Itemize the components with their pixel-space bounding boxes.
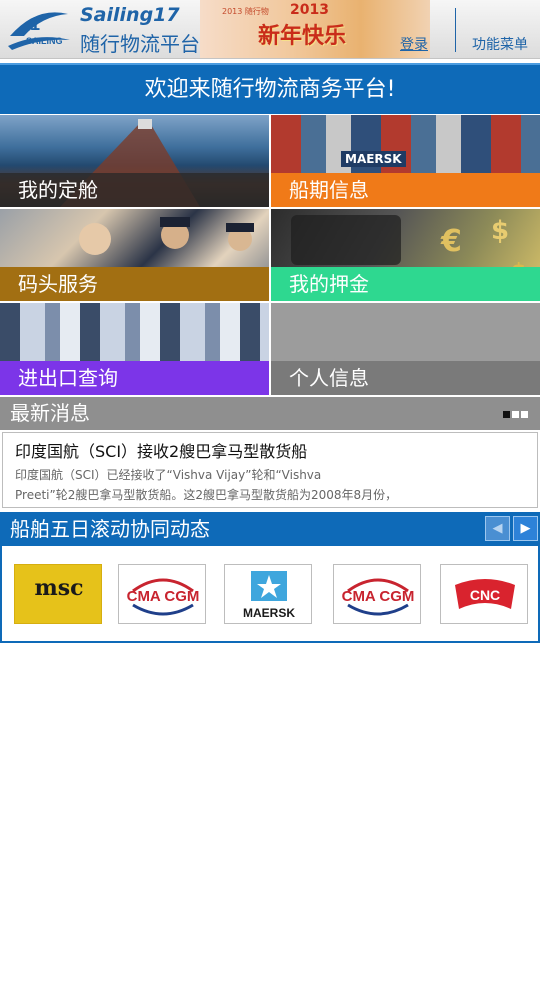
svg-text:$: $ xyxy=(491,216,509,246)
tile-import-export-query[interactable]: 进出口查询 xyxy=(0,303,269,395)
carrier-logo-cnc[interactable]: CNC xyxy=(440,564,528,624)
news-summary-line: Preeti”轮2艘巴拿马型散货船。这2艘巴拿马型散货船为2008年8月份， xyxy=(15,488,398,502)
carousel-prev-button[interactable]: ◀ xyxy=(485,516,510,541)
tile-label: 进出口查询 xyxy=(0,361,269,395)
news-item[interactable]: 印度国航（SCI）接收2艘巴拿马型散货船 印度国航（SCI）已经接收了“Vish… xyxy=(2,432,538,508)
tile-dock-service[interactable]: 码头服务 xyxy=(0,209,269,301)
pager-dot[interactable] xyxy=(521,411,528,418)
news-pager xyxy=(503,411,528,418)
news-summary-line: 印度国航（SCI）已经接收了“Vishva Vijay”轮和“Vishva xyxy=(15,468,322,482)
banner-year: 2013 xyxy=(290,2,329,18)
carrier-name: msc xyxy=(34,575,83,601)
banner-small-text: 2013 随行物 xyxy=(222,7,269,16)
ship-dynamics-title: 船舶五日滚动协同动态 xyxy=(10,517,210,541)
carrier-name: CMA CGM xyxy=(342,588,415,605)
tile-label: 我的定舱 xyxy=(0,173,269,207)
brand-name-cn: 随行物流平台 xyxy=(80,32,200,56)
tile-my-booking[interactable]: 我的定舱 xyxy=(0,115,269,207)
new-year-banner: 2013 随行物 2013 新年快乐 xyxy=(200,0,430,58)
login-link[interactable]: 登录 xyxy=(400,34,428,54)
svg-text:€: € xyxy=(440,224,462,259)
function-menu-link[interactable]: 功能菜单 xyxy=(472,34,528,54)
ship-dynamics-header: 船舶五日滚动协同动态 ◀ ▶ xyxy=(0,512,540,546)
tile-label: 个人信息 xyxy=(271,361,540,395)
pager-dot[interactable] xyxy=(503,411,510,418)
carrier-logo-cma-cgm[interactable]: CMA CGM xyxy=(333,564,421,624)
banner-greeting: 新年快乐 xyxy=(258,24,347,49)
tile-label: 我的押金 xyxy=(271,267,540,301)
maersk-container-label: MAERSK xyxy=(341,151,406,167)
tile-label: 码头服务 xyxy=(0,267,269,301)
pager-dot[interactable] xyxy=(512,411,519,418)
latest-news-title: 最新消息 xyxy=(10,401,90,425)
news-item-summary: 印度国航（SCI）已经接收了“Vishva Vijay”轮和“Vishva Pr… xyxy=(15,465,525,505)
carrier-logo-maersk[interactable]: MAERSK xyxy=(224,564,312,624)
carrier-name: CMA CGM xyxy=(127,588,200,605)
svg-text:SAILING: SAILING xyxy=(26,36,63,46)
svg-text:1: 1 xyxy=(30,14,40,34)
tile-schedule-info[interactable]: MAERSK 船期信息 xyxy=(271,115,540,207)
sailing17-logo[interactable]: SAILING 1 xyxy=(6,6,72,52)
carrier-name: CNC xyxy=(470,587,500,603)
carrier-logo-msc[interactable]: msc xyxy=(14,564,102,624)
tile-label: 船期信息 xyxy=(271,173,540,207)
carousel-next-button[interactable]: ▶ xyxy=(513,516,538,541)
carrier-logo-cma-cgm[interactable]: CMA CGM xyxy=(118,564,206,624)
tile-my-deposit[interactable]: € $ $ 我的押金 xyxy=(271,209,540,301)
latest-news-header: 最新消息 xyxy=(0,397,540,430)
header-divider xyxy=(455,8,456,52)
tile-personal-info[interactable]: 个人信息 xyxy=(271,303,540,395)
news-item-title[interactable]: 印度国航（SCI）接收2艘巴拿马型散货船 xyxy=(15,441,525,463)
carrier-logo-carousel: msc CMA CGM MAERSK CMA CGM CNC xyxy=(0,546,540,643)
brand-name-en: Sailing17 xyxy=(80,4,180,26)
carrier-name: MAERSK xyxy=(243,606,295,620)
app-header: SAILING 1 Sailing17 随行物流平台 2013 随行物 2013… xyxy=(0,0,540,59)
welcome-banner: 欢迎来随行物流商务平台! xyxy=(0,63,540,114)
